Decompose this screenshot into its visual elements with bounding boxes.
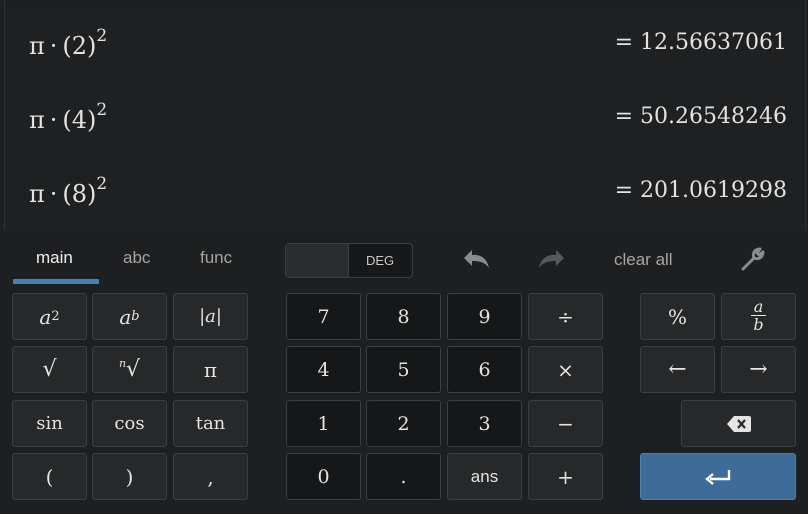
a-squared-button[interactable]: a2 <box>12 293 87 340</box>
multiply-dot: · <box>49 106 58 134</box>
backspace-button[interactable] <box>681 400 796 447</box>
cursor-right-button[interactable]: → <box>721 346 796 393</box>
root-index: n <box>118 357 127 370</box>
decimal-point-button[interactable]: . <box>366 453 441 500</box>
plus-button[interactable]: + <box>528 453 603 500</box>
key-8[interactable]: 8 <box>366 293 441 340</box>
expression-base: (4) <box>62 106 97 134</box>
tab-func[interactable]: func <box>200 248 232 268</box>
ans-button[interactable]: ans <box>447 453 522 500</box>
key-3[interactable]: 3 <box>447 400 522 447</box>
expression-row-2[interactable]: π · (4)2 = 50.26548246 <box>5 82 805 157</box>
fraction-denominator: b <box>753 315 764 334</box>
key-4[interactable]: 4 <box>286 346 361 393</box>
active-tab-indicator <box>13 279 99 284</box>
expression-row-3[interactable]: π · (8)2 = 201.0619298 <box>5 156 805 231</box>
multiply-dot: · <box>49 180 58 208</box>
key-7[interactable]: 7 <box>286 293 361 340</box>
redo-icon[interactable] <box>536 246 568 274</box>
tab-abc[interactable]: abc <box>123 248 150 268</box>
tan-button[interactable]: tan <box>173 400 248 447</box>
expression-result: = 50.26548246 <box>614 104 787 129</box>
sin-button[interactable]: sin <box>12 400 87 447</box>
key-exponent: b <box>131 309 140 324</box>
multiply-dot: · <box>49 32 58 60</box>
key-5[interactable]: 5 <box>366 346 441 393</box>
key-0[interactable]: 0 <box>286 453 361 500</box>
percent-button[interactable]: % <box>640 293 715 340</box>
expression-list: π · (2)2 = 12.56637061 π · (4)2 = 50.2654824… <box>4 0 806 231</box>
left-paren-button[interactable]: ( <box>12 453 87 500</box>
cursor-left-button[interactable]: ← <box>640 346 715 393</box>
degree-label: DEG <box>366 253 395 268</box>
undo-icon[interactable] <box>460 246 492 274</box>
backspace-icon <box>726 415 751 432</box>
divide-button[interactable]: ÷ <box>528 293 603 340</box>
expression-exponent: 2 <box>96 174 108 194</box>
pi-symbol: π <box>29 106 45 134</box>
enter-button[interactable] <box>640 453 796 500</box>
fraction-button[interactable]: a b <box>721 293 796 340</box>
key-6[interactable]: 6 <box>447 346 522 393</box>
fraction-numerator: a <box>750 299 767 316</box>
wrench-icon[interactable] <box>740 246 766 272</box>
key-base: a <box>119 304 132 329</box>
key-base: a <box>39 304 52 329</box>
pi-button[interactable]: π <box>173 346 248 393</box>
expression-row-1[interactable]: π · (2)2 = 12.56637061 <box>5 8 805 83</box>
root-sign: √ <box>126 357 141 382</box>
clear-all-button[interactable]: clear all <box>614 250 673 270</box>
expression-base: (2) <box>62 32 97 60</box>
expression-input[interactable]: π · (4)2 <box>29 100 107 134</box>
keypad: main abc func DEG clear all a2 ab |a| 7 … <box>0 230 808 514</box>
multiply-button[interactable]: × <box>528 346 603 393</box>
expression-input[interactable]: π · (8)2 <box>29 174 107 208</box>
minus-button[interactable]: − <box>528 400 603 447</box>
comma-button[interactable]: , <box>173 453 248 500</box>
key-1[interactable]: 1 <box>286 400 361 447</box>
expression-exponent: 2 <box>96 26 108 46</box>
nth-root-button[interactable]: n √ <box>92 346 167 393</box>
expression-input[interactable]: π · (2)2 <box>29 26 107 60</box>
pi-symbol: π <box>29 32 45 60</box>
expression-exponent: 2 <box>96 100 108 120</box>
toggle-knob <box>286 244 349 277</box>
pi-symbol: π <box>29 180 45 208</box>
right-paren-button[interactable]: ) <box>92 453 167 500</box>
enter-icon <box>704 468 732 486</box>
tab-main[interactable]: main <box>36 248 73 268</box>
a-power-b-button[interactable]: ab <box>92 293 167 340</box>
key-exponent: 2 <box>51 309 60 324</box>
square-root-button[interactable]: √ <box>12 346 87 393</box>
expression-result: = 201.0619298 <box>614 178 787 203</box>
expression-base: (8) <box>62 180 97 208</box>
cos-button[interactable]: cos <box>92 400 167 447</box>
degree-toggle[interactable]: DEG <box>285 243 413 278</box>
key-9[interactable]: 9 <box>447 293 522 340</box>
expression-result: = 12.56637061 <box>614 30 787 55</box>
key-2[interactable]: 2 <box>366 400 441 447</box>
absolute-value-button[interactable]: |a| <box>173 293 248 340</box>
